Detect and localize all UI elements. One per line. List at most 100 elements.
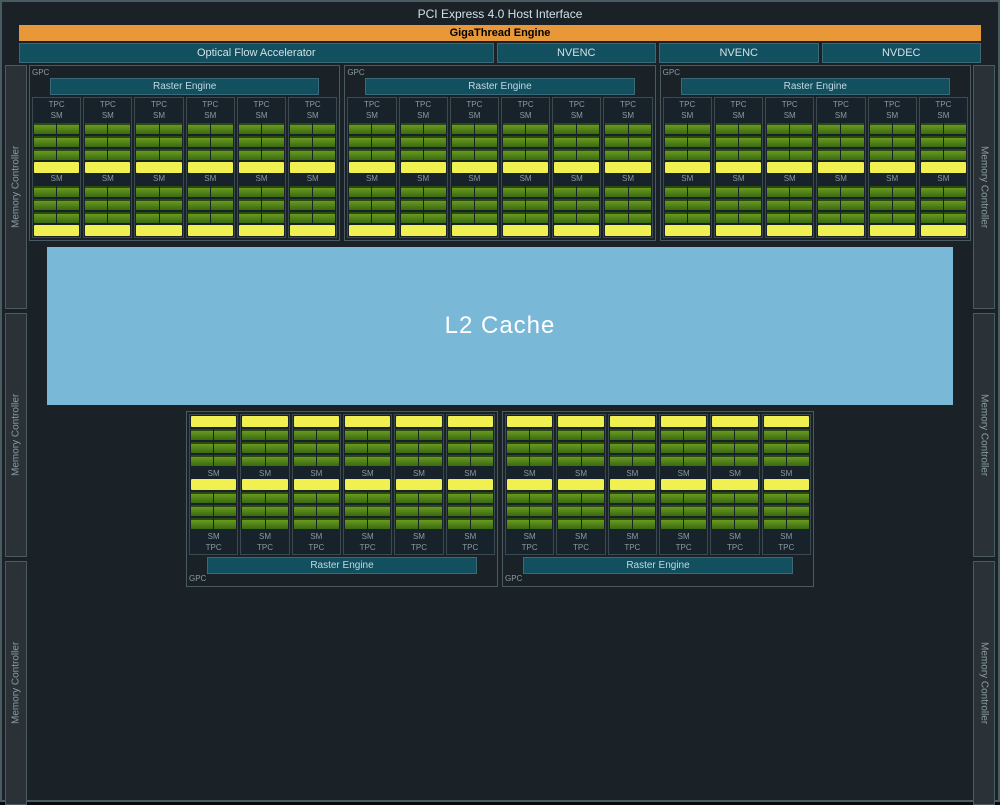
- core-row: [448, 492, 493, 503]
- core-row: [294, 492, 339, 503]
- rt-core: [558, 416, 603, 427]
- sm-block: SM: [345, 416, 390, 479]
- sm-label: SM: [507, 531, 552, 542]
- core-row: [767, 123, 812, 134]
- tpc-label: TPC: [665, 99, 710, 110]
- core-row: [242, 492, 287, 503]
- tpc-label: TPC: [558, 542, 603, 553]
- core-row: [507, 455, 552, 466]
- sm-label: SM: [764, 468, 809, 479]
- core-row: [665, 136, 710, 147]
- sm-label: SM: [665, 110, 710, 121]
- core-row: [764, 518, 809, 529]
- core-row: [665, 212, 710, 223]
- tpc-block: TPC SM SM: [505, 414, 554, 555]
- core-row: [661, 455, 706, 466]
- core-row: [818, 186, 863, 197]
- memory-controller: Memory Controller: [5, 313, 27, 557]
- core-row: [870, 212, 915, 223]
- core-row: [191, 505, 236, 516]
- core-row: [294, 455, 339, 466]
- tpc-block: TPC SM SM: [710, 414, 759, 555]
- tpc-block: TPC SM SM: [240, 414, 289, 555]
- core-row: [34, 199, 79, 210]
- sm-label: SM: [610, 468, 655, 479]
- tpc-block: TPC SM SM: [446, 414, 495, 555]
- gpc-block: GPC Raster Engine TPC SM SM TPC SM SM TP…: [502, 411, 814, 587]
- core-row: [290, 136, 335, 147]
- sm-label: SM: [870, 173, 915, 184]
- tpc-block: TPC SM SM: [32, 97, 81, 238]
- memory-controller: Memory Controller: [973, 313, 995, 557]
- rt-core: [554, 162, 599, 173]
- core-row: [554, 186, 599, 197]
- sm-block: SM: [764, 416, 809, 479]
- core-row: [294, 505, 339, 516]
- sm-block: SM: [605, 110, 650, 173]
- tpc-label: TPC: [188, 99, 233, 110]
- rt-core: [345, 479, 390, 490]
- core-row: [665, 123, 710, 134]
- sm-label: SM: [242, 531, 287, 542]
- rt-core: [452, 162, 497, 173]
- core-row: [764, 442, 809, 453]
- rt-core: [345, 416, 390, 427]
- core-row: [239, 199, 284, 210]
- tpc-block: TPC SM SM: [762, 414, 811, 555]
- core-row: [349, 186, 394, 197]
- raster-engine: Raster Engine: [50, 78, 319, 95]
- core-row: [870, 136, 915, 147]
- rt-core: [85, 162, 130, 173]
- core-row: [396, 518, 441, 529]
- gpu-core: GPC Raster Engine TPC SM SM TPC SM SM TP…: [27, 65, 973, 805]
- tpc-row: TPC SM SM TPC SM SM TPC SM SM: [189, 414, 495, 555]
- rt-core: [34, 162, 79, 173]
- tpc-label: TPC: [349, 99, 394, 110]
- core-row: [716, 199, 761, 210]
- sm-block: SM: [921, 110, 966, 173]
- sm-block: SM: [85, 173, 130, 236]
- core-row: [188, 186, 233, 197]
- core-row: [921, 212, 966, 223]
- sm-label: SM: [818, 173, 863, 184]
- sm-label: SM: [294, 531, 339, 542]
- tpc-block: TPC SM SM: [343, 414, 392, 555]
- sm-block: SM: [188, 173, 233, 236]
- main-body: Memory Controller Memory Controller Memo…: [5, 65, 995, 805]
- tpc-label: TPC: [452, 99, 497, 110]
- sm-label: SM: [767, 173, 812, 184]
- rt-core: [605, 162, 650, 173]
- tpc-block: TPC SM SM: [347, 97, 396, 238]
- core-row: [610, 505, 655, 516]
- core-row: [767, 149, 812, 160]
- sm-block: SM: [554, 173, 599, 236]
- sm-block: SM: [242, 479, 287, 542]
- tpc-label: TPC: [870, 99, 915, 110]
- sm-label: SM: [503, 173, 548, 184]
- core-row: [712, 518, 757, 529]
- core-row: [605, 123, 650, 134]
- rt-core: [349, 162, 394, 173]
- core-row: [605, 212, 650, 223]
- core-row: [290, 123, 335, 134]
- sm-label: SM: [448, 468, 493, 479]
- rt-core: [396, 416, 441, 427]
- tpc-label: TPC: [921, 99, 966, 110]
- nvenc-block: NVENC: [659, 43, 819, 63]
- rt-core: [921, 225, 966, 236]
- core-row: [345, 505, 390, 516]
- core-row: [401, 123, 446, 134]
- rt-core: [870, 225, 915, 236]
- sm-label: SM: [34, 173, 79, 184]
- core-row: [448, 518, 493, 529]
- core-row: [712, 442, 757, 453]
- optical-flow-accelerator: Optical Flow Accelerator: [19, 43, 494, 63]
- core-row: [452, 186, 497, 197]
- core-row: [396, 429, 441, 440]
- rt-core: [665, 162, 710, 173]
- rt-core: [661, 479, 706, 490]
- core-row: [239, 149, 284, 160]
- l2-cache: L2 Cache: [47, 247, 953, 405]
- sm-block: SM: [239, 110, 284, 173]
- core-row: [396, 455, 441, 466]
